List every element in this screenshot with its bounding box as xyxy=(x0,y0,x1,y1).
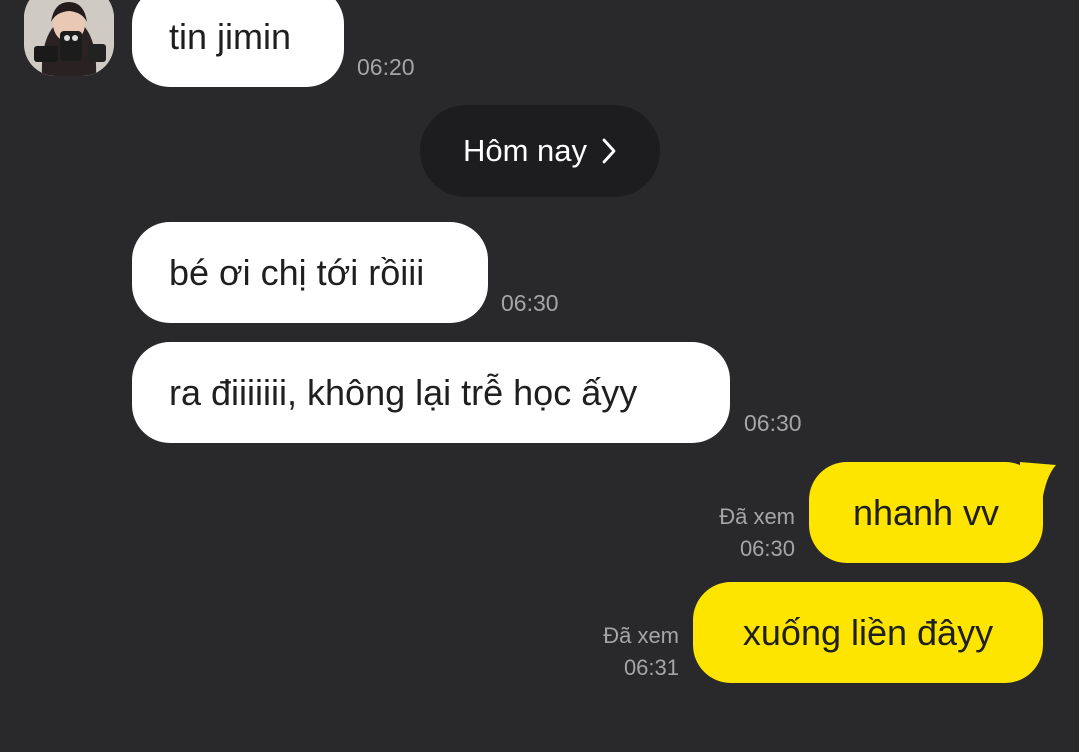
bubble-tail-icon xyxy=(1020,462,1056,502)
message-timestamp: 06:30 xyxy=(739,536,795,561)
date-divider-label: Hôm nay xyxy=(462,133,588,168)
message-timestamp: 06:20 xyxy=(357,54,415,80)
outgoing-message-bubble[interactable]: xuống liền đâyy xyxy=(693,582,1043,683)
incoming-message-bubble[interactable]: bé ơi chị tới rồiii xyxy=(132,222,488,323)
sender-avatar[interactable] xyxy=(24,0,114,76)
read-status: Đã xem xyxy=(603,623,679,648)
message-text: ra điiiiiii, không lại trễ học ấyy xyxy=(169,371,638,413)
message-text: nhanh vv xyxy=(852,491,1000,533)
read-status: Đã xem xyxy=(719,504,795,529)
outgoing-message-bubble[interactable]: nhanh vv xyxy=(809,462,1043,563)
date-divider-button[interactable]: Hôm nay xyxy=(420,105,660,197)
message-read-receipt: Đã xem 06:31 xyxy=(603,620,679,684)
message-timestamp: 06:30 xyxy=(501,290,559,316)
message-text: bé ơi chị tới rồiii xyxy=(169,251,425,293)
message-text: xuống liền đâyy xyxy=(742,611,994,653)
chevron-right-icon xyxy=(602,138,616,164)
message-text: tin jimin xyxy=(169,15,292,57)
message-read-receipt: Đã xem 06:30 xyxy=(719,501,795,565)
incoming-message-bubble[interactable]: tin jimin xyxy=(132,0,344,87)
message-timestamp: 06:30 xyxy=(744,410,802,436)
incoming-message-bubble[interactable]: ra điiiiiii, không lại trễ học ấyy xyxy=(132,342,730,443)
message-timestamp: 06:31 xyxy=(623,655,679,680)
avatar-photo-icon xyxy=(24,0,114,76)
chat-screen: tin jimin 06:20 Hôm nay bé ơi chị tới rồ… xyxy=(0,0,1079,752)
